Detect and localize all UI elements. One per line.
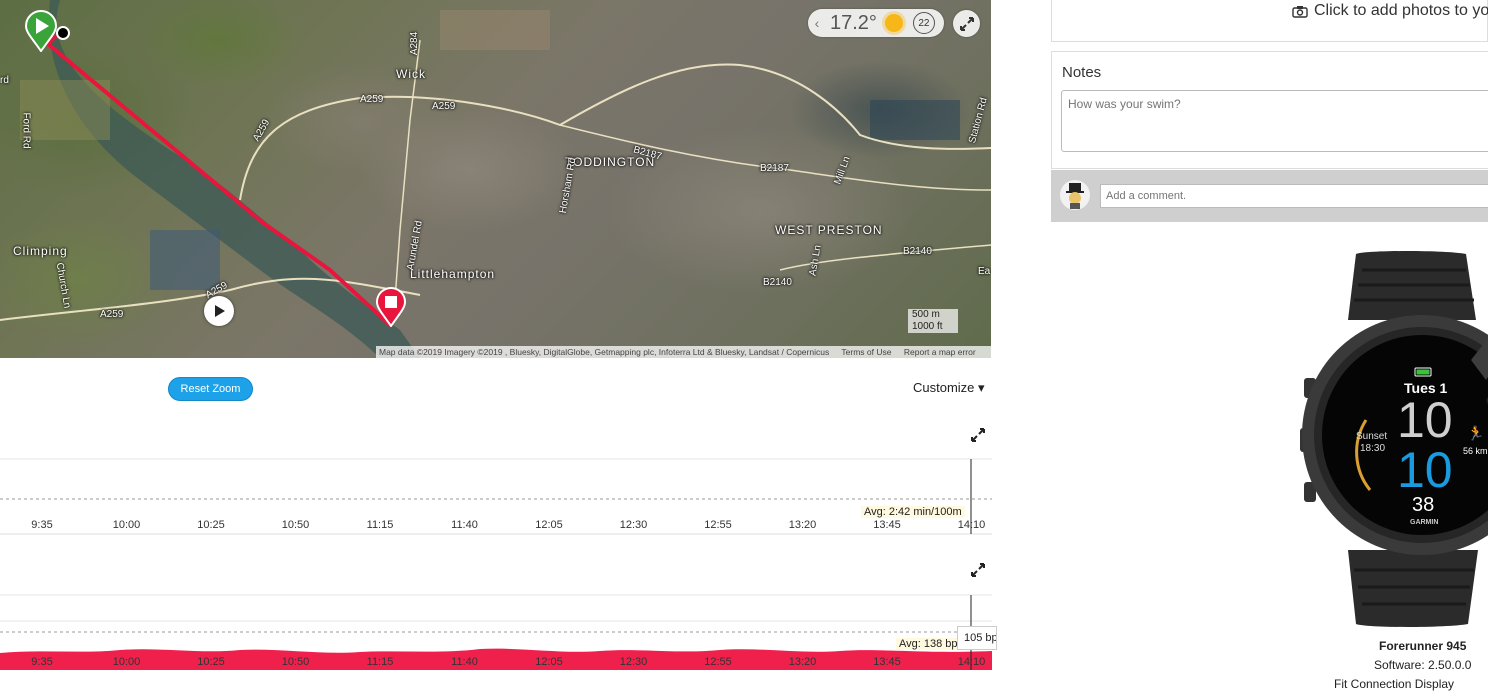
notes-section: Notes (1051, 51, 1488, 169)
weather-temperature: 17.2° (830, 11, 877, 34)
battery-level (1416, 369, 1430, 375)
time-axis-tick: 11:40 (451, 519, 478, 531)
map-label-west-preston: WEST PRESTON (775, 223, 883, 237)
running-icon: 🏃 (1467, 425, 1485, 441)
time-axis-tick: 12:05 (535, 519, 563, 531)
pace-average-label: Avg: 2:42 min/100m (861, 506, 965, 518)
map-scale: 500 m 1000 ft (908, 309, 958, 333)
time-axis-tick: 9:35 (31, 519, 53, 531)
time-axis-tick: 9:35 (31, 656, 53, 668)
time-axis-tick: 13:45 (873, 656, 901, 668)
add-photos-label[interactable]: Click to add photos to your activity (1314, 2, 1488, 20)
add-photos-area[interactable]: Click to add photos to your activity (1051, 0, 1488, 42)
device-software: Software: 2.50.0.0 (1374, 658, 1472, 672)
map-label-b2187-2: B2187 (760, 163, 789, 174)
expand-icon (959, 16, 974, 31)
watch-distance: 56 km (1463, 446, 1488, 456)
chevron-left-icon[interactable]: ‹ (808, 15, 826, 31)
finish-marker-icon[interactable] (375, 287, 407, 327)
map-label-b2140-2: B2140 (903, 246, 932, 257)
time-axis-tick: 10:25 (197, 519, 225, 531)
map-fullscreen-button[interactable] (953, 10, 980, 37)
map-label-a259-5: A259 (100, 309, 124, 320)
terms-of-use-link[interactable]: Terms of Use (841, 347, 891, 357)
start-marker-icon[interactable] (24, 10, 58, 52)
map-label-a259-2: A259 (432, 101, 456, 112)
heart-rate-plot (0, 594, 992, 670)
track-endpoint-dot (56, 26, 70, 40)
time-axis-tick: 12:55 (704, 519, 732, 531)
watch-minute: 10 (1397, 442, 1453, 498)
map-label-a284: A284 (409, 31, 421, 56)
time-axis-tick: 10:00 (112, 519, 141, 531)
map-label-ford-rd: Ford Rd (20, 112, 32, 149)
report-map-error-link[interactable]: Report a map error (904, 347, 976, 357)
scale-metric: 500 m (912, 309, 940, 320)
comment-bar (1051, 170, 1488, 222)
map-label-b2140-1: B2140 (763, 277, 792, 288)
notes-textarea[interactable] (1061, 90, 1488, 152)
time-axis-tick: 11:15 (366, 519, 394, 531)
sun-icon (884, 14, 903, 32)
time-axis-tick: 10:50 (281, 656, 310, 668)
device-name: Forerunner 945 (1379, 639, 1467, 653)
time-axis-tick: 14:10 (957, 519, 986, 531)
reset-zoom-button[interactable]: Reset Zoom (168, 377, 253, 401)
attribution-text: Map data ©2019 Imagery ©2019 , Bluesky, … (379, 347, 830, 357)
map-label-wick: Wick (396, 67, 426, 81)
time-axis-tick: 10:50 (281, 519, 310, 531)
time-axis-tick: 11:40 (451, 656, 478, 668)
time-axis-tick: 12:30 (619, 656, 648, 668)
watch-hour: 10 (1397, 392, 1453, 448)
time-axis-tick: 12:05 (535, 656, 563, 668)
playback-button[interactable] (204, 296, 234, 326)
time-axis-tick: 10:25 (197, 656, 225, 668)
scale-imperial: 1000 ft (912, 321, 943, 332)
watch-brand-logo: GARMIN (1410, 519, 1439, 526)
heart-rate-chart[interactable]: Avg: 138 bpm 9:35 10:00 10:25 10:50 11:15 11:… (0, 555, 992, 670)
activity-map[interactable]: Wick TODDINGTON WEST PRESTON Climping Li… (0, 0, 991, 358)
notes-title: Notes (1062, 64, 1102, 81)
device-extra: Fit Connection Display (1334, 677, 1455, 691)
watch-seconds: 38 (1412, 494, 1435, 516)
time-axis-tick: 14:10 (957, 656, 986, 668)
map-label-littlehampton: Littlehampton (410, 267, 496, 281)
pace-chart[interactable]: Avg: 2:42 min/100m 9:35 10:00 10:25 10:50 11… (0, 420, 992, 535)
customize-dropdown[interactable]: Customize ▾ (913, 380, 985, 396)
camera-icon (1292, 5, 1308, 18)
time-axis-tick: 10:00 (112, 656, 141, 668)
device-watch-image (1300, 251, 1488, 627)
pace-chart-plot (0, 458, 992, 535)
wind-speed-icon: 22 (912, 12, 935, 34)
time-axis-tick: 13:45 (873, 519, 901, 531)
watch-sunset-label: Sunset (1356, 431, 1388, 442)
map-attribution: Map data ©2019 Imagery ©2019 , Bluesky, … (376, 346, 991, 358)
time-axis-tick: 13:20 (788, 519, 817, 531)
map-label-ea: Ea (978, 266, 991, 277)
time-axis-tick: 11:15 (366, 656, 394, 668)
time-axis-tick: 13:20 (788, 656, 817, 668)
time-axis-tick: 12:55 (704, 656, 732, 668)
play-icon (215, 305, 225, 317)
comment-input[interactable] (1100, 184, 1488, 208)
watch-sunset-time: 18:30 (1360, 443, 1386, 454)
map-label-a259-1: A259 (360, 94, 384, 105)
weather-widget[interactable]: ‹ 17.2° 22 (808, 9, 944, 37)
map-label-climping: Climping (13, 244, 68, 258)
time-axis-tick: 12:30 (619, 519, 648, 531)
heart-rate-tooltip: 105 bpm (957, 626, 997, 650)
map-label-rd: rd (0, 75, 9, 86)
avatar (1060, 180, 1090, 210)
